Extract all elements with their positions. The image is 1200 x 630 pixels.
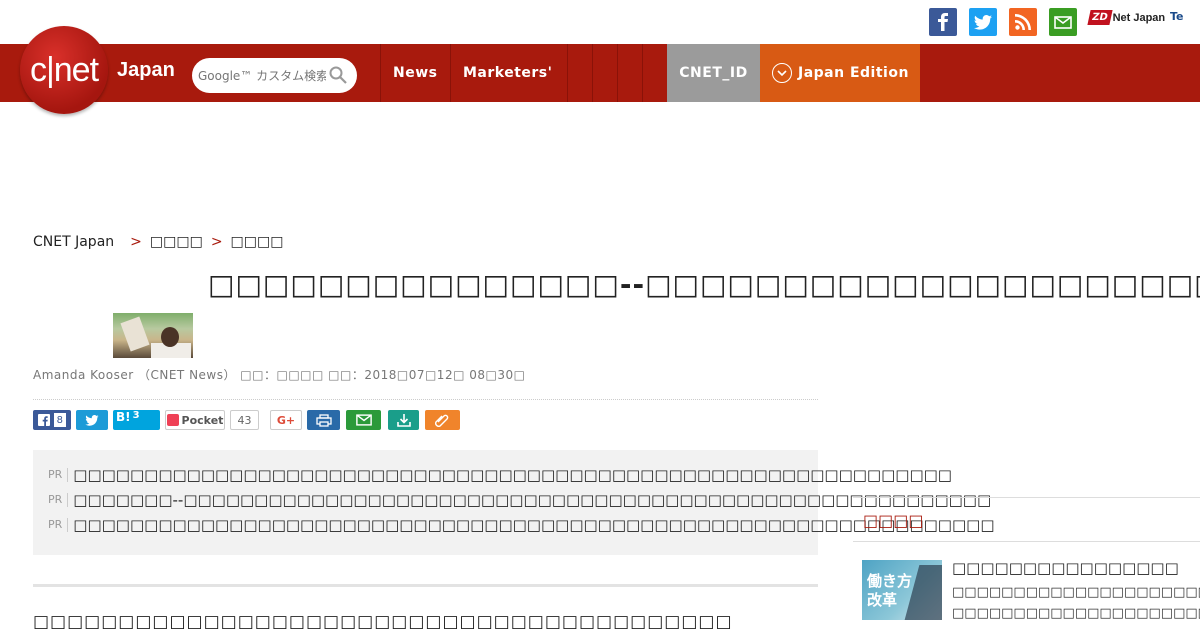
thumb-text-line: 働き方 [867, 572, 913, 590]
pr-tag: PR [48, 493, 69, 507]
cnet-logo[interactable]: c|net [20, 26, 108, 114]
nav-divider [380, 44, 381, 102]
pr-item[interactable]: PR □□□□□□□□□□□□□□□□□□□□□□□□□□□□□□□□□□□□□… [48, 516, 995, 534]
nav-divider [592, 44, 593, 102]
facebook-icon [38, 414, 50, 426]
print-button[interactable] [307, 410, 340, 430]
search-input[interactable] [198, 68, 326, 83]
mail-icon[interactable] [1049, 8, 1077, 36]
pocket-label: Pocket [181, 413, 224, 427]
zdnet-badge: ZD [1087, 10, 1113, 25]
twitter-icon[interactable] [969, 8, 997, 36]
pr-item-text: □□□□□□□□□□□□□□□□□□□□□□□□□□□□□□□□□□□□□□□□… [73, 516, 995, 534]
search-icon[interactable] [329, 66, 347, 84]
nav-divider [617, 44, 618, 102]
nav-news[interactable]: News [393, 44, 437, 102]
chevron-down-icon [772, 63, 792, 83]
sidebar-feature-thumbnail[interactable]: 働き方 改革 [862, 560, 942, 620]
twitter-share-button[interactable] [76, 410, 108, 430]
te-label: Te [1170, 10, 1184, 23]
nav-divider [450, 44, 451, 102]
breadcrumb: CNET Japan > □□□□ > □□□□ [33, 234, 283, 250]
site-header [0, 44, 1200, 102]
pr-item[interactable]: PR □□□□□□□□□□□□□□□□□□□□□□□□□□□□□□□□□□□□□… [48, 466, 952, 484]
download-button[interactable] [388, 410, 419, 430]
nav-marketers[interactable]: Marketers' [463, 44, 552, 102]
pr-item-text: □□□□□□□□□□□□□□□□□□□□□□□□□□□□□□□□□□□□□□□□… [73, 466, 952, 484]
search-box [192, 58, 357, 93]
clip-button[interactable] [425, 410, 460, 430]
download-icon [396, 414, 411, 427]
twitter-icon [85, 414, 99, 426]
sidebar-desc-line: □□□□□□□□□□□□□□□□□□□□□ [952, 585, 1200, 600]
paperclip-icon [434, 414, 448, 427]
breadcrumb-category[interactable]: □□□□ [231, 234, 284, 250]
breadcrumb-separator: > [130, 234, 142, 250]
divider [33, 584, 818, 587]
thumb-text-line: 改革 [867, 591, 898, 609]
sidebar-divider [853, 497, 1200, 498]
divider [33, 399, 818, 400]
breadcrumb-home[interactable]: CNET Japan [33, 234, 114, 250]
print-icon [315, 413, 332, 427]
pr-tag: PR [48, 518, 69, 532]
breadcrumb-separator: > [210, 234, 223, 250]
pr-tag: PR [48, 468, 69, 482]
edition-label: Japan Edition [798, 65, 909, 81]
pocket-button[interactable]: Pocket [165, 410, 225, 430]
nav-divider [567, 44, 568, 102]
sidebar-desc-line: □□□□□□□□□□□□□□□□□□□□□ [952, 606, 1200, 621]
pr-box: PR □□□□□□□□□□□□□□□□□□□□□□□□□□□□□□□□□□□□□… [33, 450, 995, 555]
email-share-button[interactable] [346, 410, 381, 430]
te-link[interactable]: Te [1170, 10, 1184, 23]
article-thumbnail [113, 313, 193, 358]
sidebar-feature-description: □□□□□□□□□□□□□□□□□□□□□ □□□□□□□□□□□□□□□□□□… [952, 582, 1200, 624]
hatena-label: B! [116, 410, 131, 424]
pocket-count: 43 [230, 410, 259, 430]
facebook-share-button[interactable]: 8 [33, 410, 71, 430]
facebook-share-count: 8 [53, 413, 66, 427]
zdnet-label: Net Japan [1112, 11, 1166, 24]
rss-icon[interactable] [1009, 8, 1037, 36]
pr-item[interactable]: PR □□□□□□□--□□□□□□□□□□□□□□□□□□□□□□□□□□□□… [48, 491, 991, 509]
pr-item-text: □□□□□□□--□□□□□□□□□□□□□□□□□□□□□□□□□□□□□□□… [73, 491, 992, 509]
hatena-count: 3 [132, 410, 140, 421]
edition-selector[interactable]: Japan Edition [760, 44, 920, 102]
pocket-icon [166, 414, 179, 426]
facebook-icon[interactable] [929, 8, 957, 36]
hatena-bookmark-button[interactable]: B! 3 [113, 410, 160, 430]
google-plus-button[interactable]: G+ [270, 410, 302, 430]
page: ZD Net Japan Te c|net Japan News Markete… [0, 0, 1200, 630]
sidebar-divider [853, 541, 1200, 542]
nav-divider [642, 44, 643, 102]
zdnet-japan-link[interactable]: ZD Net Japan [1087, 10, 1166, 25]
utility-bar: ZD Net Japan Te [0, 0, 1200, 44]
breadcrumb-section[interactable]: □□□□ [150, 234, 203, 250]
logo-text: c|net [29, 50, 99, 89]
article-title: □□□□□□□□□□□□□□□--□□□□□□□□□□□□□□□□□□□□□ [208, 268, 1200, 301]
sidebar-feature-title[interactable]: □□□□□□□□□□□□□□□□ [952, 559, 1179, 577]
sidebar-heading: □□□□ [863, 511, 924, 530]
article-body-first-line: □□□□□□□□□□□□□□□□□□□□□□□□□□□□□□□□□□□□□□□□… [33, 612, 733, 630]
logo-region: Japan [117, 59, 175, 81]
cnet-id-button[interactable]: CNET_ID [667, 44, 760, 102]
mail-icon [355, 414, 372, 426]
article-byline: Amanda Kooser （CNET News） □□：□□□□ □□：201… [33, 368, 526, 382]
